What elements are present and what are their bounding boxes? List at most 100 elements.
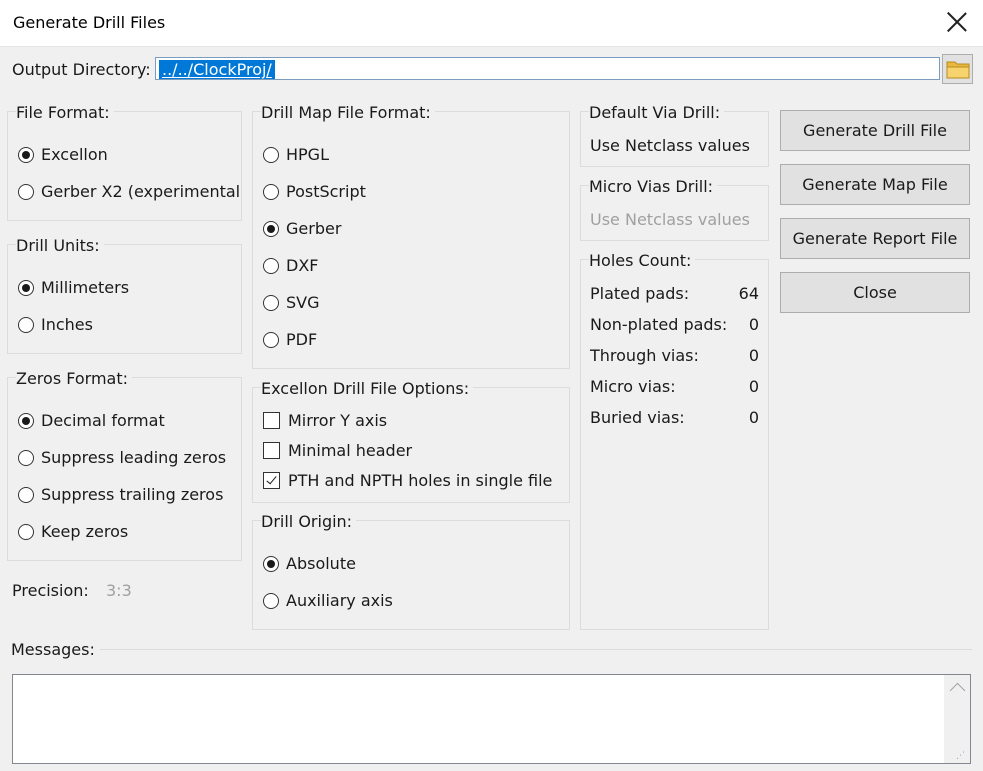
- micro-vias-value: 0: [748, 377, 759, 396]
- radio-button[interactable]: [18, 183, 34, 200]
- radio-button[interactable]: [263, 257, 279, 274]
- radio-inches[interactable]: Inches: [18, 315, 93, 334]
- radio-button[interactable]: [18, 449, 34, 466]
- close-button[interactable]: Close: [780, 272, 970, 313]
- radio-svg[interactable]: SVG: [263, 293, 320, 312]
- radio-label: Keep zeros: [41, 522, 129, 541]
- zeros-format-label: Zeros Format:: [16, 369, 133, 388]
- resize-grip-icon: ⋰: [956, 751, 965, 761]
- radio-button[interactable]: [263, 592, 279, 609]
- excellon-options-label: Excellon Drill File Options:: [261, 379, 474, 398]
- radio-hpgl[interactable]: HPGL: [263, 145, 329, 164]
- default-via-drill-label: Default Via Drill:: [589, 103, 725, 122]
- close-icon[interactable]: [944, 10, 970, 36]
- radio-button[interactable]: [263, 555, 279, 572]
- messages-textarea[interactable]: ⋰: [12, 674, 971, 764]
- radio-absolute[interactable]: Absolute: [263, 554, 356, 573]
- radio-button[interactable]: [18, 316, 34, 333]
- radio-button[interactable]: [263, 294, 279, 311]
- browse-folder-button[interactable]: [942, 54, 973, 84]
- precision-value: 3:3: [106, 581, 132, 600]
- checkbox-minimal-header[interactable]: Minimal header: [263, 441, 412, 460]
- output-directory-input[interactable]: ../../ClockProj/: [155, 57, 940, 80]
- default-via-drill-value: Use Netclass values: [590, 136, 750, 155]
- radio-keep-zeros[interactable]: Keep zeros: [18, 522, 128, 541]
- through-vias-value: 0: [748, 346, 759, 365]
- radio-label: HPGL: [286, 145, 329, 164]
- file-format-label: File Format:: [16, 103, 114, 122]
- radio-label: SVG: [286, 293, 320, 312]
- drill-origin-group: [252, 520, 570, 630]
- radio-gerber[interactable]: Gerber: [263, 219, 341, 238]
- checkbox-label: PTH and NPTH holes in single file: [288, 471, 553, 490]
- radio-excellon[interactable]: Excellon: [18, 145, 108, 164]
- radio-pdf[interactable]: PDF: [263, 330, 317, 349]
- folder-icon: [946, 61, 970, 79]
- radio-label: Suppress trailing zeros: [41, 485, 224, 504]
- radio-label: Suppress leading zeros: [41, 448, 227, 467]
- checkbox[interactable]: [263, 412, 280, 429]
- radio-dxf[interactable]: DXF: [263, 256, 318, 275]
- radio-millimeters[interactable]: Millimeters: [18, 278, 129, 297]
- radio-auxiliary-axis[interactable]: Auxiliary axis: [263, 591, 393, 610]
- radio-label: Excellon: [41, 145, 108, 164]
- radio-decimal-format[interactable]: Decimal format: [18, 411, 165, 430]
- messages-divider: [100, 649, 972, 650]
- radio-postscript[interactable]: PostScript: [263, 182, 366, 201]
- precision-label: Precision:: [12, 581, 89, 600]
- drill-units-group: [7, 244, 242, 354]
- plated-pads-value: 64: [738, 284, 759, 303]
- micro-vias-label: Micro vias:: [590, 377, 676, 396]
- radio-button[interactable]: [18, 486, 34, 503]
- output-directory-label: Output Directory:: [12, 60, 151, 79]
- checkbox-single-file[interactable]: PTH and NPTH holes in single file: [263, 471, 552, 490]
- file-format-group: [7, 111, 242, 221]
- generate-map-file-button[interactable]: Generate Map File: [780, 164, 970, 205]
- radio-label: Gerber X2 (experimental: [41, 182, 241, 201]
- checkbox-mirror-y[interactable]: Mirror Y axis: [263, 411, 387, 430]
- radio-label: DXF: [286, 256, 319, 275]
- radio-label: Auxiliary axis: [286, 591, 393, 610]
- window-title: Generate Drill Files: [13, 13, 166, 32]
- radio-button[interactable]: [263, 146, 279, 163]
- radio-button[interactable]: [263, 220, 279, 237]
- radio-button[interactable]: [18, 523, 34, 540]
- radio-label: Inches: [41, 315, 93, 334]
- radio-suppress-trailing[interactable]: Suppress trailing zeros: [18, 485, 223, 504]
- micro-vias-drill-value: Use Netclass values: [590, 210, 750, 229]
- radio-gerber-x2[interactable]: Gerber X2 (experimental: [18, 182, 240, 201]
- radio-button[interactable]: [18, 279, 34, 296]
- buried-vias-value: 0: [748, 408, 759, 427]
- radio-label: Absolute: [286, 554, 356, 573]
- drill-origin-label: Drill Origin:: [261, 512, 357, 531]
- radio-button[interactable]: [263, 183, 279, 200]
- radio-label: Decimal format: [41, 411, 165, 430]
- non-plated-pads-value: 0: [748, 315, 759, 334]
- radio-label: Gerber: [286, 219, 342, 238]
- radio-button[interactable]: [18, 146, 34, 163]
- checkbox[interactable]: [263, 472, 280, 489]
- messages-scrollbar[interactable]: ⋰: [944, 675, 970, 763]
- radio-label: PDF: [286, 330, 318, 349]
- radio-label: Millimeters: [41, 278, 130, 297]
- drill-map-format-label: Drill Map File Format:: [261, 103, 435, 122]
- messages-label: Messages:: [11, 640, 95, 659]
- checkbox[interactable]: [263, 442, 280, 459]
- chevron-up-icon[interactable]: [949, 682, 966, 699]
- holes-count-label: Holes Count:: [589, 251, 696, 270]
- plated-pads-label: Plated pads:: [590, 284, 690, 303]
- radio-button[interactable]: [18, 412, 34, 429]
- checkbox-label: Mirror Y axis: [288, 411, 388, 430]
- through-vias-label: Through vias:: [590, 346, 699, 365]
- output-directory-value: ../../ClockProj/: [159, 60, 275, 79]
- drill-units-label: Drill Units:: [16, 236, 104, 255]
- radio-button[interactable]: [263, 331, 279, 348]
- radio-suppress-leading[interactable]: Suppress leading zeros: [18, 448, 226, 467]
- buried-vias-label: Buried vias:: [590, 408, 685, 427]
- radio-label: PostScript: [286, 182, 366, 201]
- generate-report-file-button[interactable]: Generate Report File: [780, 218, 970, 259]
- checkbox-label: Minimal header: [288, 441, 413, 460]
- non-plated-pads-label: Non-plated pads:: [590, 315, 728, 334]
- micro-vias-drill-label: Micro Vias Drill:: [589, 177, 718, 196]
- generate-drill-file-button[interactable]: Generate Drill File: [780, 110, 970, 151]
